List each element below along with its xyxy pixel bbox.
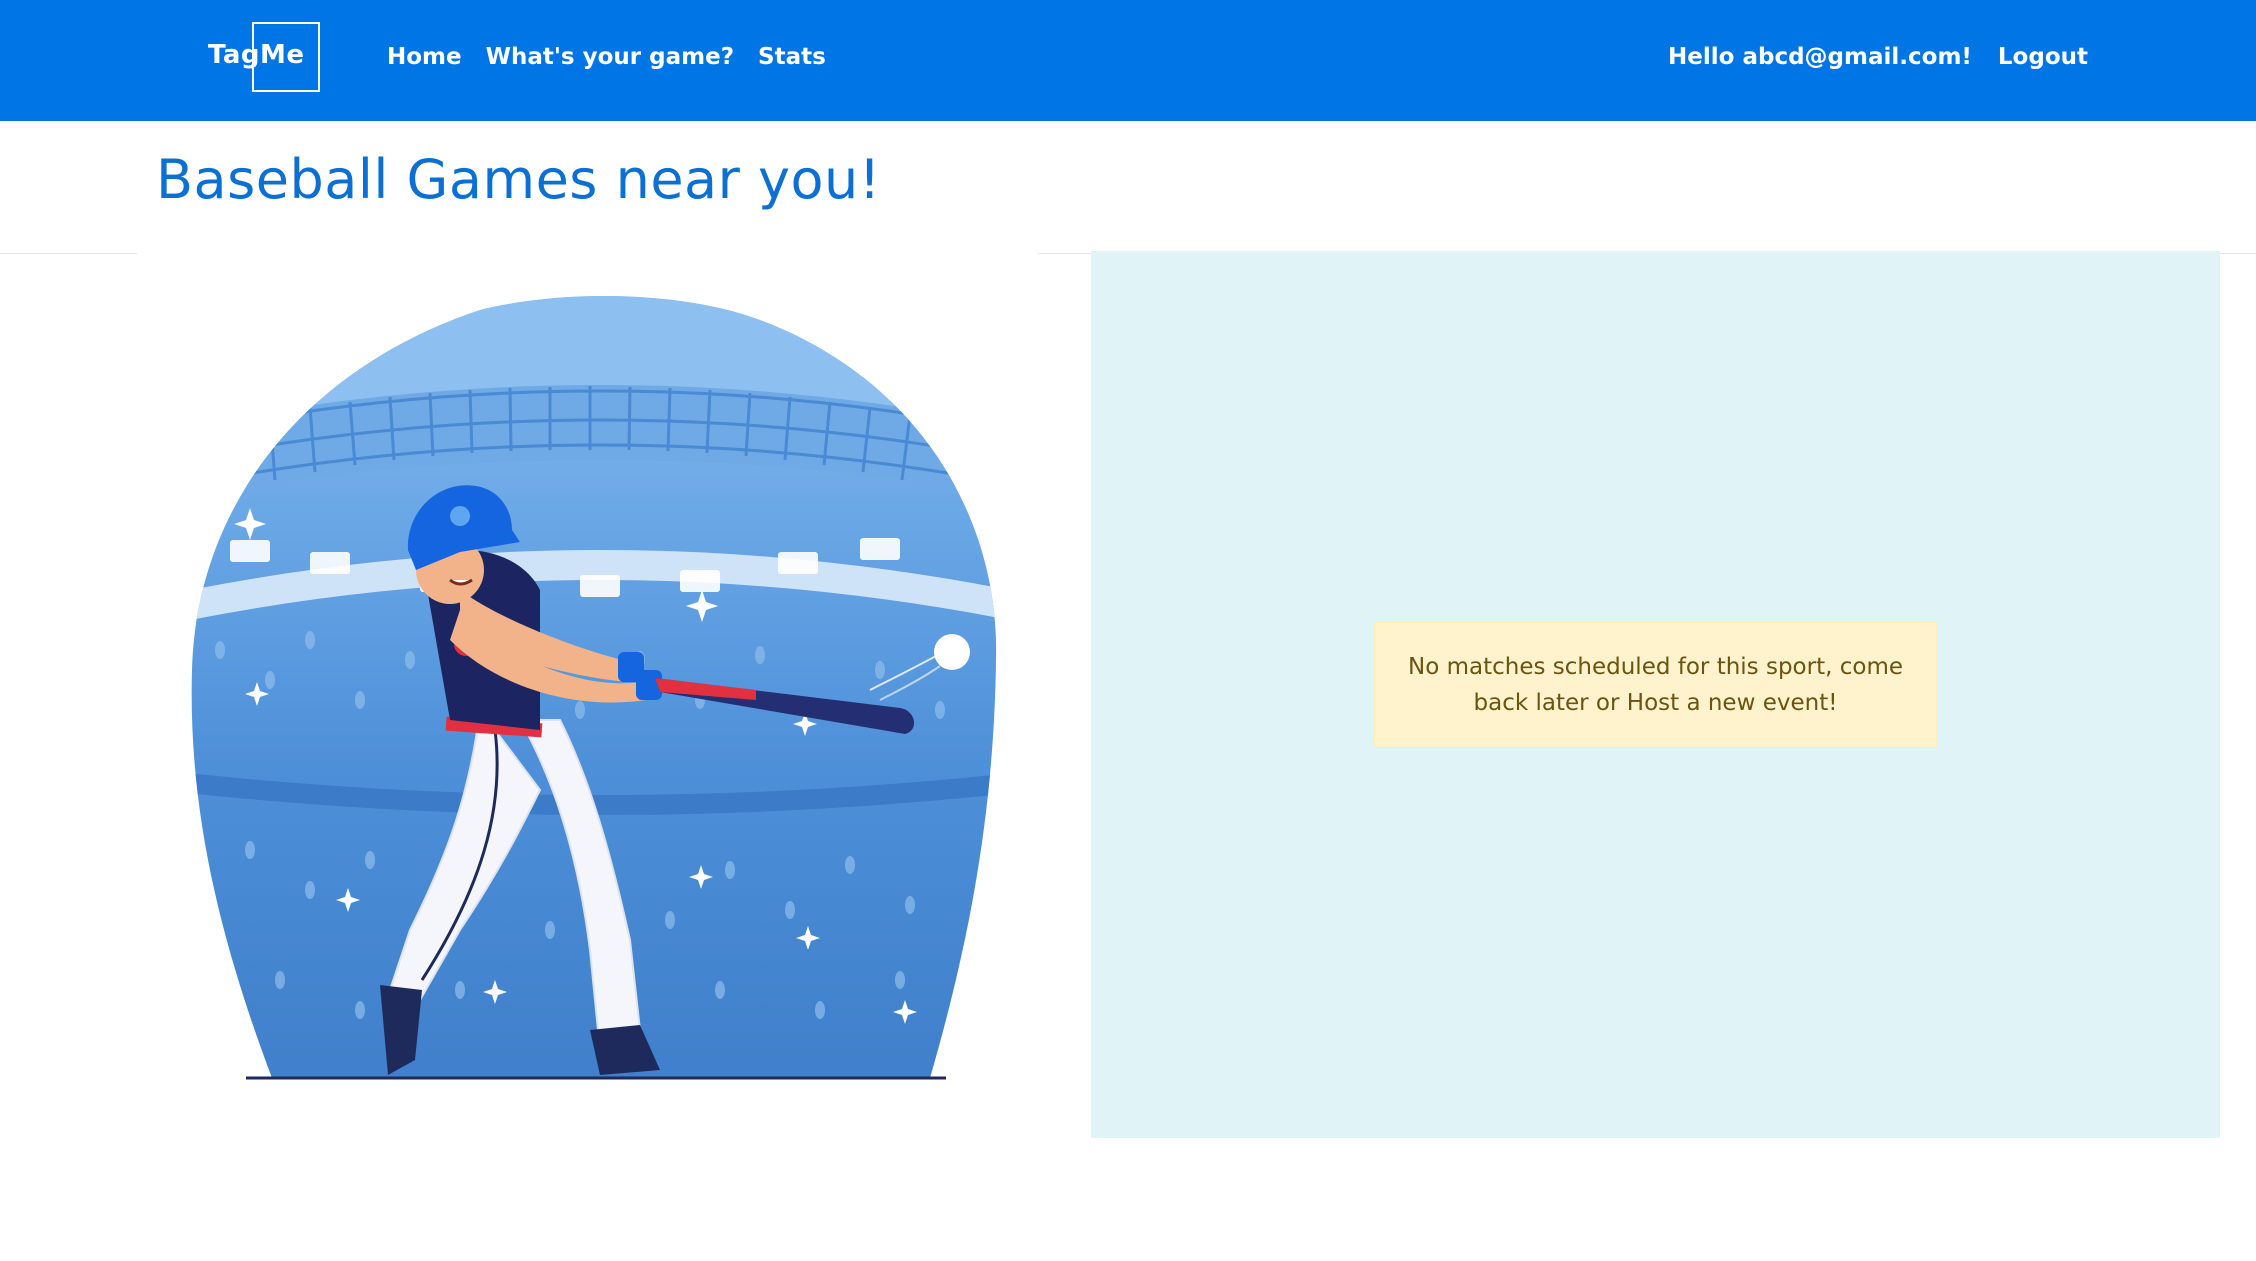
page-title: Baseball Games near you! <box>156 148 881 211</box>
logo-text: TagMe <box>208 40 305 70</box>
nav-user-area: Hello abcd@gmail.com! Logout <box>1668 44 2088 70</box>
baseball-batter-illustration <box>191 296 997 1080</box>
brand-logo[interactable]: TagMe <box>206 22 324 94</box>
nav-link-whats-your-game[interactable]: What's your game? <box>486 44 734 70</box>
no-matches-alert: No matches scheduled for this sport, com… <box>1374 622 1937 748</box>
nav-links: Home What's your game? Stats <box>387 44 826 70</box>
matches-panel: No matches scheduled for this sport, com… <box>1091 251 2220 1138</box>
user-greeting: Hello abcd@gmail.com! <box>1668 44 1972 70</box>
logout-link[interactable]: Logout <box>1998 44 2088 70</box>
divider-left <box>0 253 137 254</box>
nav-link-home[interactable]: Home <box>387 44 462 70</box>
top-navbar: TagMe Home What's your game? Stats Hello… <box>0 0 2256 121</box>
nav-link-stats[interactable]: Stats <box>758 44 826 70</box>
